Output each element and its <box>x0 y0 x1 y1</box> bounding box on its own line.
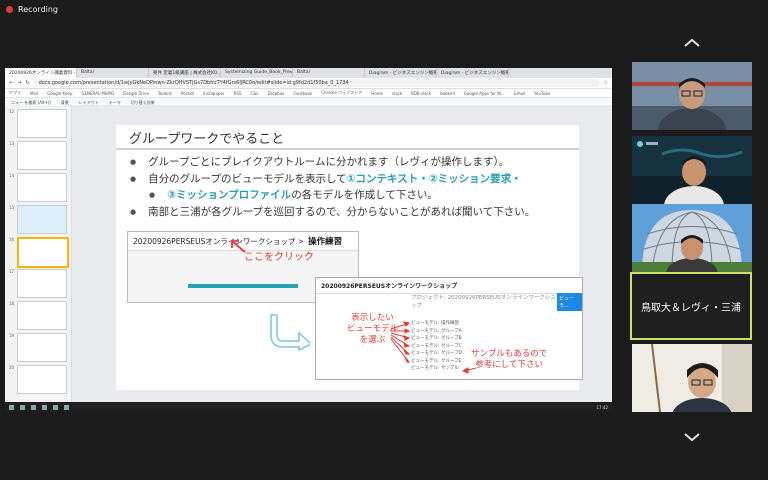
screenshot-view-models: 20200926PERSEUSオンラインワークショップ プロジェクト: 2020… <box>315 277 583 380</box>
bullet-item: 自分のグループのビューモデルを表示して①コンテキスト・②ミッション要求・ <box>130 172 575 189</box>
app-icon[interactable] <box>42 404 47 410</box>
slide-thumbnail[interactable]: 18 <box>9 301 67 330</box>
active-participant-name-tile[interactable]: 鳥取大＆レヴィ・三浦 <box>630 272 752 340</box>
annotation-arrows-icon <box>390 321 477 374</box>
search-icon[interactable] <box>20 404 25 410</box>
bookmark[interactable]: Pocket <box>181 91 194 96</box>
browser-tab[interactable]: Baltai <box>293 68 365 78</box>
scroll-up-icon[interactable] <box>683 38 701 48</box>
shared-screen: 20200926オンライン講義資料 - G Baltai 要件 定義1級講座 |… <box>5 68 612 412</box>
participant-video[interactable] <box>632 204 752 272</box>
slide-thumbnail[interactable]: 19 <box>9 333 67 362</box>
bookmarks-bar: アプリ Mail Google Keep GENERAL MEMO Google… <box>5 89 612 98</box>
windows-taskbar: 17:42 <box>5 402 612 412</box>
browser-tab[interactable]: Baltai <box>77 68 149 78</box>
bookmark[interactable]: bookml <box>440 91 455 96</box>
app-icon[interactable] <box>53 404 58 410</box>
taskbar-clock: 17:42 <box>596 404 608 410</box>
scroll-down-icon[interactable] <box>683 432 701 442</box>
title-divider <box>116 148 579 150</box>
bullet-item: グループごとにブレイクアウトルームに分かれます（レヴィが操作します）。 <box>130 155 575 172</box>
slides-editor: 12 13 14 15 16 17 18 19 20 グループワークでやること … <box>5 105 612 402</box>
teal-bar <box>188 284 298 288</box>
click-here-annotation: ここをクリック <box>244 252 314 263</box>
slide-thumbnail[interactable]: 17 <box>9 269 67 298</box>
url-input[interactable]: docs.google.com/presentation/d/1wjyGkNeD… <box>33 79 600 87</box>
participant-video[interactable] <box>632 136 752 204</box>
bookmark[interactable]: Instapaper <box>203 91 224 96</box>
bookmark[interactable]: Dropbox <box>268 91 285 96</box>
slide-thumbnail[interactable]: 20 <box>9 365 67 394</box>
slide-thumbnail[interactable]: 12 <box>9 109 67 138</box>
browser-tabs: 20200926オンライン講義資料 - G Baltai 要件 定義1級講座 |… <box>5 68 612 78</box>
bookmark[interactable]: Google Keep <box>47 91 72 96</box>
slide-thumbnail-selected[interactable]: 16 <box>9 237 69 268</box>
recording-dot-icon <box>6 6 13 13</box>
browser-tab[interactable]: 20200926オンライン講義資料 - G <box>5 68 77 78</box>
bookmark[interactable]: Chrome ウェブストア <box>321 90 362 96</box>
participant-video[interactable] <box>632 344 752 412</box>
slide-title: グループワークでやること <box>129 132 285 147</box>
slide-thumbnail[interactable]: 13 <box>9 141 67 170</box>
bullet-list: グループごとにブレイクアウトルームに分かれます（レヴィが操作します）。 自分のグ… <box>130 155 575 221</box>
bookmark[interactable]: Gmail <box>513 91 525 96</box>
participant-video[interactable] <box>632 62 752 130</box>
bookmark[interactable]: slack <box>392 91 402 96</box>
taskview-icon[interactable] <box>31 404 36 410</box>
browser-tab[interactable]: Diagram - ビジネスエンジン概要 <box>365 68 437 78</box>
star-icon[interactable]: ☆ <box>604 80 608 86</box>
bullet-continuation: ③ミッションプロファイルの各モデルを作成して下さい。 <box>130 188 575 205</box>
slide-canvas-area: グループワークでやること グループごとにブレイクアウトルームに分かれます（レヴィ… <box>72 105 612 402</box>
slide-thumbnail[interactable]: 14 <box>9 173 67 202</box>
bookmark[interactable]: Google Apps for W... <box>464 91 505 96</box>
start-icon[interactable] <box>9 404 14 410</box>
bookmark[interactable]: アプリ <box>9 90 21 96</box>
bookmark[interactable]: GENERAL MEMO <box>81 91 114 96</box>
bullet-item: 南部と三浦が各グループを巡回するので、分からないことがあれば聞いて下さい。 <box>130 205 575 222</box>
slide-filmstrip: 12 13 14 15 16 17 18 19 20 <box>5 105 72 402</box>
app-icon[interactable] <box>64 404 69 410</box>
browser-tab[interactable]: 要件 定義1級講座 | 株式会社KO... <box>149 68 221 78</box>
browser-tab[interactable]: Diagram - ビジネスエンジン概要 <box>437 68 509 78</box>
bookmark[interactable]: Google Drive <box>123 91 149 96</box>
recording-indicator: Recording <box>6 5 58 14</box>
bookmark[interactable]: KDB slack <box>411 91 431 96</box>
back-icon[interactable]: ← <box>9 80 13 86</box>
participant-name: 鳥取大＆レヴィ・三浦 <box>641 302 741 314</box>
slide-canvas[interactable]: グループワークでやること グループごとにブレイクアウトルームに分かれます（レヴィ… <box>116 125 583 390</box>
address-bar-row: ← → ↻ docs.google.com/presentation/d/1wj… <box>5 78 612 89</box>
forward-icon[interactable]: → <box>17 80 21 86</box>
reload-icon[interactable]: ↻ <box>25 80 29 86</box>
bookmark[interactable]: C&L <box>250 91 258 96</box>
bookmark[interactable]: Facebook <box>293 91 312 96</box>
bookmark[interactable]: Mail <box>30 91 38 96</box>
recording-label: Recording <box>18 5 59 14</box>
browser-tab[interactable]: Systemizing Guide_Book_Preved... <box>221 68 293 78</box>
bookmark[interactable]: RSS <box>234 91 242 96</box>
slide-thumbnail[interactable]: 15 <box>9 205 67 234</box>
bookmark[interactable]: YouTube <box>534 91 550 96</box>
bookmark[interactable]: Home <box>371 91 383 96</box>
bookmark[interactable]: Todoist <box>158 91 172 96</box>
turn-arrow-icon <box>270 314 310 351</box>
